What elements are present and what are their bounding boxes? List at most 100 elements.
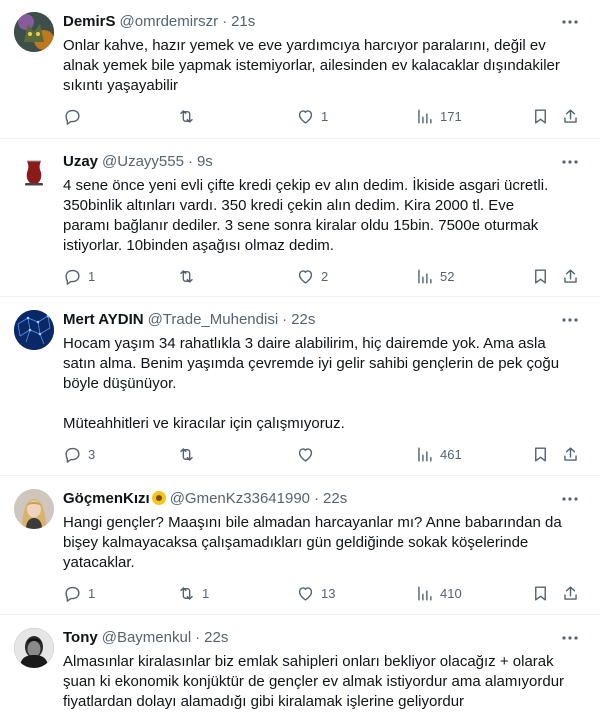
timestamp[interactable]: 21s bbox=[231, 13, 255, 30]
avatar[interactable] bbox=[14, 310, 54, 350]
tweet-text: 4 sene önce yeni evli çifte kredi çekip … bbox=[63, 177, 549, 254]
share-icon bbox=[564, 268, 577, 283]
user-handle[interactable]: @GmenKz33641990 bbox=[170, 490, 310, 507]
tweet-text: Hangi gençler? Maaşını bile almadan harc… bbox=[63, 514, 562, 571]
separator-dot: · bbox=[314, 490, 320, 507]
tweet[interactable]: GöçmenKızı @GmenKz33641990 · 22s Hangi genç… bbox=[0, 477, 600, 615]
views-button[interactable]: 171 bbox=[415, 106, 462, 126]
display-name[interactable]: Tony bbox=[63, 629, 98, 646]
avatar[interactable] bbox=[14, 628, 54, 668]
retweet-button[interactable] bbox=[177, 106, 202, 126]
bookmark-icon bbox=[535, 585, 546, 601]
share-button[interactable] bbox=[561, 583, 580, 603]
reply-count: 1 bbox=[88, 585, 96, 601]
share-button[interactable] bbox=[561, 444, 580, 464]
separator-dot: · bbox=[222, 13, 228, 30]
avatar[interactable] bbox=[14, 489, 54, 529]
heart-icon bbox=[298, 269, 313, 284]
retweet-button[interactable]: 1 bbox=[177, 583, 209, 603]
bookmark-button[interactable] bbox=[531, 266, 550, 286]
reply-count: 1 bbox=[88, 268, 96, 284]
reply-icon bbox=[65, 586, 80, 602]
display-name[interactable]: Mert AYDIN bbox=[63, 311, 144, 328]
retweet-icon bbox=[180, 109, 193, 123]
heart-icon bbox=[298, 109, 313, 124]
analytics-icon bbox=[418, 268, 432, 284]
separator-dot: · bbox=[195, 629, 201, 646]
reply-icon bbox=[65, 447, 80, 463]
retweet-button[interactable] bbox=[177, 266, 202, 286]
tweet-header: Mert AYDIN @Trade_Muhendisi · 22s bbox=[63, 310, 315, 330]
like-button[interactable]: 13 bbox=[296, 583, 335, 603]
like-button[interactable]: 1 bbox=[296, 106, 328, 126]
tweet[interactable]: Mert AYDIN @Trade_Muhendisi · 22s Hocam yaş… bbox=[0, 298, 600, 476]
bookmark-icon bbox=[535, 268, 546, 284]
bookmark-button[interactable] bbox=[531, 444, 550, 464]
like-button[interactable] bbox=[296, 444, 321, 464]
like-count: 13 bbox=[321, 585, 336, 601]
view-count: 410 bbox=[440, 585, 462, 601]
tweet-header: DemirS @omrdemirszr · 21s bbox=[63, 12, 255, 32]
share-icon bbox=[564, 446, 577, 461]
view-count: 461 bbox=[440, 446, 462, 462]
more-options-icon[interactable] bbox=[560, 310, 580, 330]
tweet-text: Hocam yaşım 34 rahatlıkla 3 daire alabil… bbox=[63, 335, 560, 432]
man-avatar-icon bbox=[14, 628, 54, 668]
user-handle[interactable]: @omrdemirszr bbox=[120, 13, 219, 30]
tweet[interactable]: Uzay @Uzayy555 · 9s 4 sene önce yeni evli ç… bbox=[0, 140, 600, 297]
more-options-icon[interactable] bbox=[560, 489, 580, 509]
user-handle[interactable]: @Uzayy555 bbox=[102, 153, 184, 170]
retweet-icon bbox=[180, 586, 193, 600]
reply-button[interactable]: 1 bbox=[63, 583, 95, 603]
bookmark-button[interactable] bbox=[531, 106, 550, 126]
share-icon bbox=[564, 108, 577, 123]
reply-button[interactable] bbox=[63, 106, 88, 126]
network-avatar-icon bbox=[14, 310, 54, 350]
timestamp[interactable]: 22s bbox=[323, 490, 347, 507]
avatar[interactable] bbox=[14, 152, 54, 192]
tweet-header: GöçmenKızı @GmenKz33641990 · 22s bbox=[63, 489, 347, 509]
like-count: 2 bbox=[321, 268, 329, 284]
user-handle[interactable]: @Trade_Muhendisi bbox=[148, 311, 279, 328]
like-button[interactable]: 2 bbox=[296, 266, 328, 286]
analytics-icon bbox=[418, 446, 432, 462]
tweet-actions: 1 2 52 bbox=[55, 266, 590, 286]
views-button[interactable]: 52 bbox=[415, 266, 454, 286]
like-count: 1 bbox=[321, 108, 329, 124]
display-name[interactable]: GöçmenKızı bbox=[63, 490, 150, 507]
display-name[interactable]: DemirS bbox=[63, 13, 116, 30]
timestamp[interactable]: 9s bbox=[197, 153, 213, 170]
reply-count: 3 bbox=[88, 446, 96, 462]
share-button[interactable] bbox=[561, 106, 580, 126]
views-button[interactable]: 461 bbox=[415, 444, 462, 464]
reply-button[interactable]: 1 bbox=[63, 266, 95, 286]
bookmark-icon bbox=[535, 446, 546, 462]
tweet-text: Onlar kahve, hazır yemek ve eve yardımcı… bbox=[63, 37, 560, 94]
display-name[interactable]: Uzay bbox=[63, 153, 98, 170]
retweet-icon bbox=[180, 447, 193, 461]
more-options-icon[interactable] bbox=[560, 12, 580, 32]
tweet-header: Tony @Baymenkul · 22s bbox=[63, 628, 228, 648]
tweet-actions: 1 171 bbox=[55, 106, 590, 126]
cat-avatar-icon bbox=[14, 12, 54, 52]
more-options-icon[interactable] bbox=[560, 628, 580, 648]
avatar[interactable] bbox=[14, 12, 54, 52]
retweet-button[interactable] bbox=[177, 444, 202, 464]
user-handle[interactable]: @Baymenkul bbox=[102, 629, 191, 646]
analytics-icon bbox=[418, 108, 432, 124]
timestamp[interactable]: 22s bbox=[204, 629, 228, 646]
more-options-icon[interactable] bbox=[560, 152, 580, 172]
views-button[interactable]: 410 bbox=[415, 583, 462, 603]
timestamp[interactable]: 22s bbox=[291, 311, 315, 328]
separator-dot: · bbox=[187, 153, 193, 170]
share-button[interactable] bbox=[561, 266, 580, 286]
tweet-actions: 3 461 bbox=[55, 444, 590, 464]
reply-icon bbox=[65, 109, 80, 125]
retweet-icon bbox=[180, 269, 193, 283]
view-count: 171 bbox=[440, 108, 462, 124]
separator-dot: · bbox=[282, 311, 288, 328]
tweet[interactable]: DemirS @omrdemirszr · 21s Onlar kahve, hazı… bbox=[0, 0, 600, 139]
reply-button[interactable]: 3 bbox=[63, 444, 95, 464]
bookmark-button[interactable] bbox=[531, 583, 550, 603]
tweet[interactable]: Tony @Baymenkul · 22s Almasınlar kiralasınl… bbox=[0, 616, 600, 719]
